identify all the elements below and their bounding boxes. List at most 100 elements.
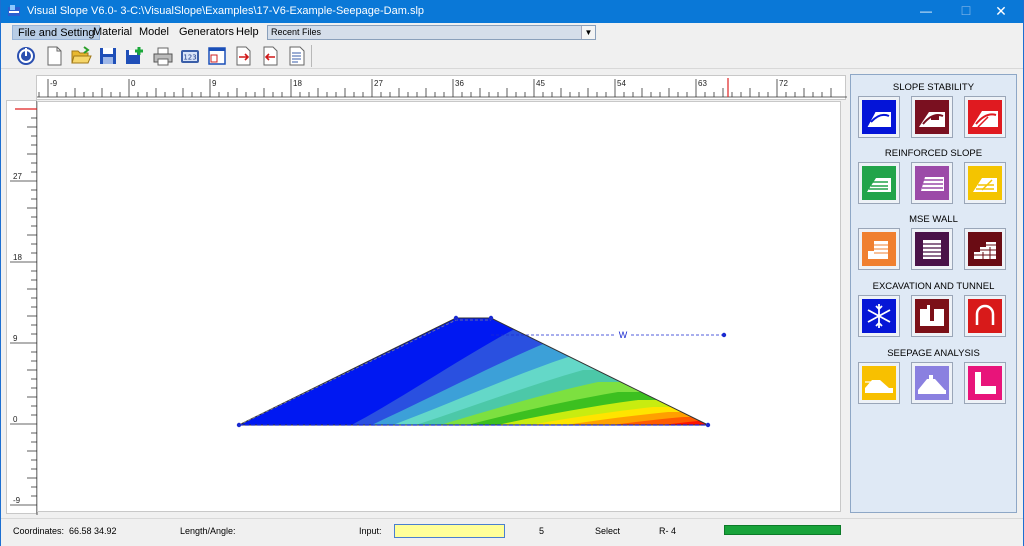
slope-stability-tile-1[interactable] — [858, 96, 900, 138]
excavation-tile-2[interactable] — [911, 295, 953, 337]
toolbar: 123 — [1, 42, 1023, 69]
new-file-icon[interactable] — [43, 45, 65, 67]
seepage-tile-2[interactable] — [911, 362, 953, 404]
report-icon[interactable] — [286, 45, 308, 67]
title-bar: Visual Slope V6.0- 3-C:\VisualSlope\Exam… — [1, 0, 1023, 23]
reinforced-slope-2-icon — [915, 166, 949, 200]
slope-stability-2-icon — [915, 100, 949, 134]
mode-value: Select — [595, 526, 621, 536]
r-value: R- 4 — [659, 526, 677, 536]
section-mse-wall: MSE WALL — [909, 214, 958, 225]
ruler-label: 54 — [617, 79, 626, 88]
seepage-tile-1[interactable] — [858, 362, 900, 404]
open-folder-icon[interactable] — [70, 45, 92, 67]
node-point[interactable] — [721, 332, 727, 338]
horizontal-ruler-scale: -9 0 9 18 27 36 45 54 63 72 — [37, 78, 847, 98]
tunnel-icon — [968, 299, 1002, 333]
export-icon[interactable] — [233, 45, 255, 67]
ruler-label: 45 — [536, 79, 545, 88]
vertical-ruler: 27 18 9 0 -9 — [6, 100, 38, 515]
reinforced-slope-tile-2[interactable] — [911, 162, 953, 204]
reinforced-slope-tile-3[interactable] — [964, 162, 1006, 204]
ruler-label: 0 — [13, 415, 18, 424]
seepage-2-icon — [915, 366, 949, 400]
dam-model[interactable]: W — [38, 102, 842, 513]
coordinates-value: 66.58 34.92 — [69, 526, 117, 536]
print-icon[interactable] — [152, 45, 174, 67]
excavation-tile-1[interactable] — [858, 295, 900, 337]
node-point[interactable] — [453, 315, 459, 321]
ruler-label: 9 — [13, 334, 18, 343]
ruler-label: -9 — [13, 496, 21, 505]
app-logo-icon — [8, 5, 20, 16]
seepage-tile-3[interactable] — [964, 362, 1006, 404]
excavation-tile-3[interactable] — [964, 295, 1006, 337]
command-input[interactable] — [394, 524, 505, 538]
section-slope-stability: SLOPE STABILITY — [892, 82, 975, 93]
power-icon[interactable] — [15, 45, 37, 67]
section-excavation-and-tunnel: EXCAVATION AND TUNNEL — [872, 281, 995, 292]
ruler-label: 0 — [131, 79, 136, 88]
slope-stability-tile-3[interactable] — [964, 96, 1006, 138]
vertical-ruler-scale: 27 18 9 0 -9 — [10, 101, 38, 515]
ruler-label: 27 — [374, 79, 383, 88]
node-point[interactable] — [236, 422, 242, 428]
ruler-label: 63 — [698, 79, 707, 88]
analysis-panel: SLOPE STABILITY REINFORCED SLOPE MSE WAL… — [850, 74, 1017, 513]
ruler-label: -9 — [50, 79, 58, 88]
coordinates-label: Coordinates: — [13, 526, 65, 536]
ruler-label: 18 — [13, 253, 22, 262]
excavation-2-icon — [915, 299, 949, 333]
count-value: 5 — [539, 526, 545, 536]
svg-text:123: 123 — [183, 54, 196, 62]
minimize-button[interactable]: — — [906, 0, 946, 23]
length-angle-label: Length/Angle: — [180, 526, 236, 536]
mse-wall-tile-1[interactable] — [858, 228, 900, 270]
calculator-icon[interactable]: 123 — [179, 45, 201, 67]
status-bar: Coordinates: 66.58 34.92 Length/Angle: I… — [1, 518, 1023, 541]
ruler-label: 72 — [779, 79, 788, 88]
menu-generators[interactable]: Generators — [174, 25, 239, 40]
menu-help[interactable]: Help — [231, 25, 264, 40]
app-window: Visual Slope V6.0- 3-C:\VisualSlope\Exam… — [0, 0, 1024, 546]
ruler-label: 18 — [293, 79, 302, 88]
seepage-3-icon — [968, 366, 1002, 400]
chevron-down-icon[interactable]: ▼ — [581, 26, 595, 39]
save-as-icon[interactable] — [124, 45, 146, 67]
slope-stability-tile-2[interactable] — [911, 96, 953, 138]
reinforced-slope-1-icon — [862, 166, 896, 200]
section-seepage-analysis: SEEPAGE ANALYSIS — [887, 348, 980, 359]
seepage-contours — [239, 318, 708, 425]
import-icon[interactable] — [260, 45, 282, 67]
reinforced-slope-tile-1[interactable] — [858, 162, 900, 204]
maximize-button[interactable]: ☐ — [946, 0, 986, 23]
seepage-1-icon — [862, 366, 896, 400]
recent-files-dropdown[interactable]: Recent Files ▼ — [267, 25, 596, 40]
snowflake-icon — [862, 299, 896, 333]
node-point[interactable] — [488, 315, 494, 321]
window-title: Visual Slope V6.0- 3-C:\VisualSlope\Exam… — [27, 5, 425, 17]
horizontal-ruler: -9 0 9 18 27 36 45 54 63 72 — [36, 75, 847, 100]
ruler-label: 9 — [212, 79, 217, 88]
section-reinforced-slope: REINFORCED SLOPE — [884, 148, 983, 159]
drawing-canvas[interactable]: W — [37, 101, 841, 512]
mse-wall-tile-3[interactable] — [964, 228, 1006, 270]
slope-stability-1-icon — [862, 100, 896, 134]
reinforced-slope-3-icon — [968, 166, 1002, 200]
node-point[interactable] — [705, 422, 711, 428]
toolbar-separator — [311, 45, 312, 67]
ruler-label: 27 — [13, 172, 22, 181]
mse-wall-3-icon — [968, 232, 1002, 266]
menu-material[interactable]: Material — [88, 25, 137, 40]
input-label: Input: — [359, 526, 382, 536]
progress-bar — [724, 525, 841, 535]
mse-wall-1-icon — [862, 232, 896, 266]
mse-wall-tile-2[interactable] — [911, 228, 953, 270]
ruler-label: 36 — [455, 79, 464, 88]
menu-model[interactable]: Model — [134, 25, 174, 40]
recent-files-label: Recent Files — [271, 27, 322, 37]
save-icon[interactable] — [97, 45, 119, 67]
window-icon[interactable] — [206, 45, 228, 67]
mse-wall-2-icon — [915, 232, 949, 266]
close-button[interactable]: ✕ — [981, 0, 1021, 23]
